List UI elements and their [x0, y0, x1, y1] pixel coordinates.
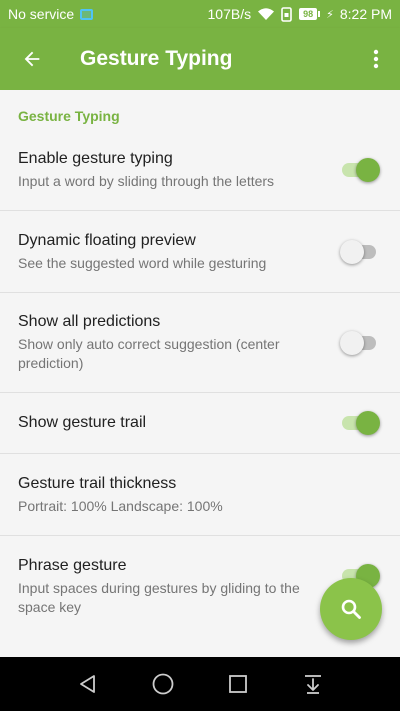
setting-title: Dynamic floating preview: [18, 231, 196, 249]
sim-icon: [80, 8, 94, 20]
charging-icon: ⚡: [326, 8, 334, 21]
search-icon: [341, 599, 361, 619]
setting-summary: Input spaces during gestures by gliding …: [18, 579, 300, 615]
setting-gesture-trail-thickness[interactable]: Gesture trail thickness Portrait: 100% L…: [0, 454, 400, 536]
setting-show-all-predictions[interactable]: Show all predictions Show only auto corr…: [0, 293, 400, 393]
setting-title: Enable gesture typing: [18, 150, 173, 167]
setting-enable-gesture-typing[interactable]: Enable gesture typing Input a word by sl…: [0, 130, 400, 211]
nav-notification-button[interactable]: [293, 664, 333, 704]
nav-recents-icon: [228, 675, 247, 693]
setting-title: Gesture trail thickness: [18, 474, 177, 492]
network-speed: 107B/s: [207, 6, 252, 22]
setting-summary: Show only auto correct suggestion (cente…: [18, 336, 280, 371]
settings-list: Gesture Typing Enable gesture typing Inp…: [0, 90, 400, 657]
nav-recents-button[interactable]: [218, 664, 258, 704]
setting-title: Show all predictions: [18, 313, 161, 330]
battery-level: 98: [299, 8, 318, 20]
show-gesture-trail-switch[interactable]: [342, 411, 380, 435]
nav-home-button[interactable]: [143, 664, 183, 704]
more-vert-icon: [373, 49, 379, 69]
nav-home-icon: [152, 673, 173, 695]
status-bar: No service 107B/s 98 ⚡ 8:22 PM: [0, 0, 400, 28]
show-all-predictions-switch[interactable]: [340, 330, 378, 355]
arrow-back-icon: [24, 51, 40, 67]
nav-back-icon: [79, 675, 95, 693]
enable-gesture-typing-switch[interactable]: [342, 158, 380, 182]
nav-notification-icon: [304, 675, 321, 694]
more-options-button[interactable]: [352, 28, 400, 90]
search-fab[interactable]: [320, 578, 382, 640]
setting-summary: Input a word by sliding through the lett…: [18, 173, 275, 189]
setting-title: Show gesture trail: [18, 414, 147, 431]
clock: 8:22 PM: [339, 6, 392, 22]
carrier-text: No service: [8, 6, 75, 22]
battery-icon: 98: [299, 8, 321, 20]
phone-lock-icon: [281, 6, 292, 22]
setting-show-gesture-trail[interactable]: Show gesture trail: [0, 393, 400, 454]
setting-dynamic-floating-preview[interactable]: Dynamic floating preview See the suggest…: [0, 211, 400, 293]
app-bar: Gesture Typing: [0, 28, 400, 90]
setting-title: Phrase gesture: [18, 556, 127, 574]
nav-back-button[interactable]: [68, 664, 108, 704]
setting-summary: Portrait: 100% Landscape: 100%: [18, 497, 223, 514]
setting-summary: See the suggested word while gesturing: [18, 254, 267, 271]
back-button[interactable]: [0, 28, 64, 90]
page-title: Gesture Typing: [80, 47, 233, 70]
dynamic-floating-preview-switch[interactable]: [340, 239, 378, 264]
section-header: Gesture Typing: [18, 108, 120, 124]
wifi-icon: [258, 8, 275, 20]
system-nav-bar: [0, 657, 400, 711]
